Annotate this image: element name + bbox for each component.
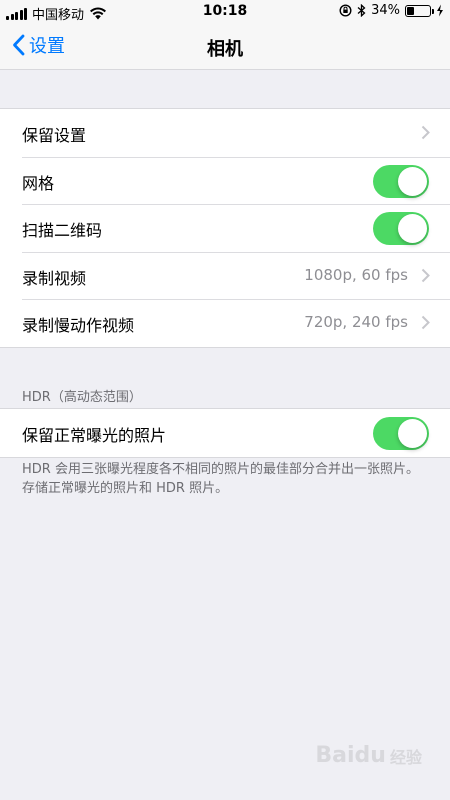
toggle-knob	[398, 419, 427, 448]
hdr-footer-text: HDR 会用三张曝光程度各不相同的照片的最佳部分合并出一张照片。 存储正常曝光的…	[22, 460, 436, 498]
battery-icon	[405, 4, 434, 17]
keep-normal-photo-toggle[interactable]	[373, 417, 429, 450]
status-right: 34%	[339, 3, 444, 18]
row-value: 720p, 240 fps	[304, 313, 408, 332]
scan-qr-row: 扫描二维码	[0, 204, 450, 252]
grid-row: 网格	[0, 156, 450, 205]
bluetooth-icon	[357, 4, 366, 17]
scan-qr-toggle[interactable]	[373, 212, 429, 246]
keep-normal-photo-row: 保留正常曝光的照片	[0, 409, 450, 457]
chevron-right-icon	[421, 268, 430, 282]
hdr-section-header: HDR（高动态范围）	[22, 390, 142, 405]
row-label: 保留正常曝光的照片	[22, 426, 167, 445]
preserve-settings-row[interactable]: 保留设置	[0, 109, 450, 157]
chevron-right-icon	[421, 125, 430, 140]
watermark-text: Baidu	[315, 743, 386, 768]
row-label: 录制慢动作视频	[22, 316, 135, 336]
grid-toggle[interactable]	[373, 164, 429, 198]
baidu-watermark: Baidu 经验	[315, 743, 422, 768]
orientation-lock-icon	[339, 4, 352, 17]
footer-line: HDR 会用三张曝光程度各不相同的照片的最佳部分合并出一张照片。	[22, 462, 419, 477]
battery-fill	[407, 6, 414, 15]
camera-settings-group: 保留设置 网格 扫描二维码 录制视频 1080p, 60 fps 录制慢动作视频…	[0, 108, 450, 348]
charging-icon	[437, 4, 443, 17]
toggle-knob	[398, 214, 427, 244]
row-label: 网格	[22, 173, 55, 193]
chevron-right-icon	[421, 316, 430, 330]
navigation-bar: 设置 相机	[0, 24, 450, 70]
row-label: 扫描二维码	[22, 221, 103, 241]
hdr-group: 保留正常曝光的照片	[0, 408, 450, 458]
footer-line: 存储正常曝光的照片和 HDR 照片。	[22, 481, 229, 496]
record-video-row[interactable]: 录制视频 1080p, 60 fps	[0, 251, 450, 300]
battery-percent: 34%	[371, 3, 400, 18]
watermark-sub: 经验	[389, 747, 422, 767]
row-value: 1080p, 60 fps	[304, 265, 408, 284]
page-title: 相机	[207, 39, 243, 60]
record-slomo-row[interactable]: 录制慢动作视频 720p, 240 fps	[0, 299, 450, 347]
row-label: 保留设置	[22, 126, 87, 145]
row-label: 录制视频	[22, 268, 87, 288]
status-bar: 中国移动 10:18 34%	[0, 0, 450, 24]
toggle-knob	[398, 166, 427, 196]
